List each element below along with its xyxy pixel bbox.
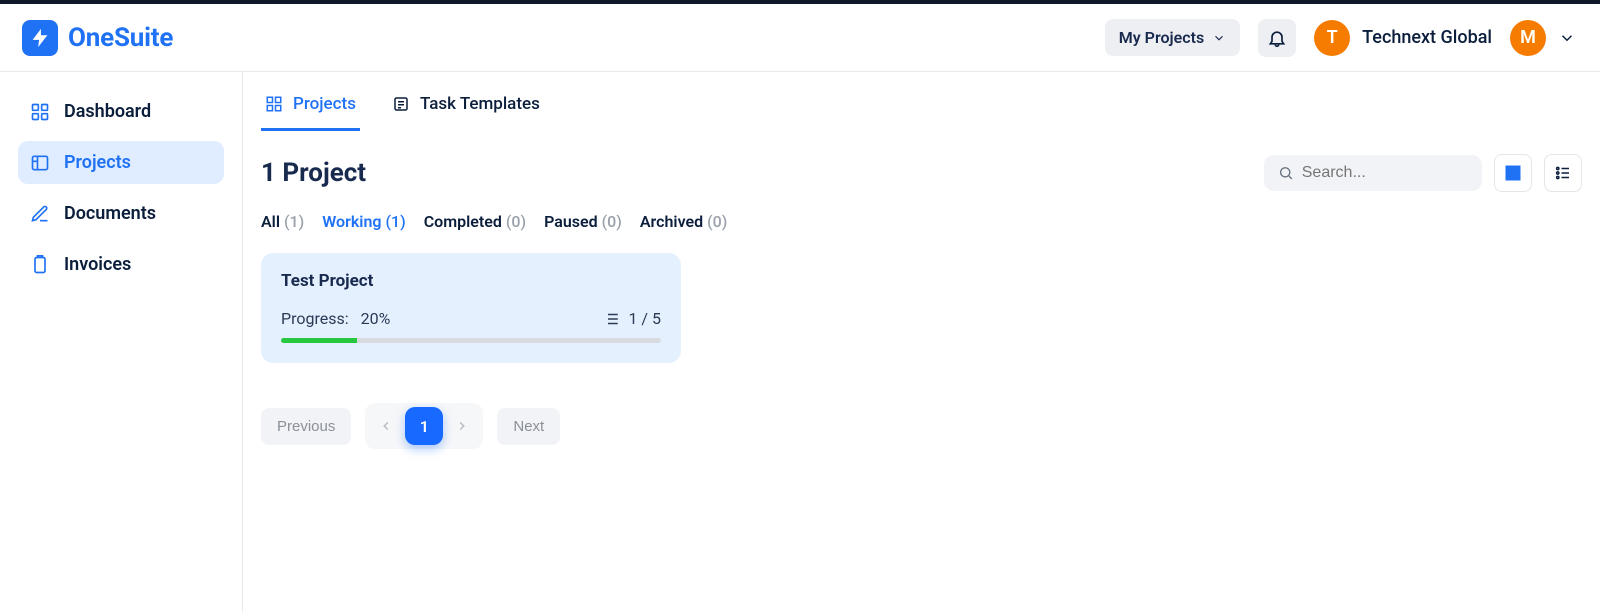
task-count-value: 1 / 5: [628, 309, 661, 328]
pagination: Previous 1 Next: [261, 403, 1582, 449]
topbar: OneSuite My Projects T Technext Global M: [0, 4, 1600, 72]
page-prev-arrow[interactable]: [369, 409, 403, 443]
user-menu[interactable]: M: [1510, 20, 1576, 56]
filter-count: (0): [707, 212, 727, 231]
tabs: Projects Task Templates: [261, 80, 1582, 132]
my-projects-label: My Projects: [1119, 28, 1204, 47]
organization-switcher[interactable]: T Technext Global: [1314, 20, 1492, 56]
filter-count: (1): [284, 212, 304, 231]
logo-mark-icon: [22, 20, 58, 56]
tab-task-templates[interactable]: Task Templates: [388, 80, 544, 131]
filter-all[interactable]: All (1): [261, 212, 304, 231]
filter-label: Working: [322, 212, 381, 231]
status-filters: All (1) Working (1) Completed (0) Paused…: [261, 212, 1582, 231]
page-number[interactable]: 1: [405, 407, 443, 445]
search-icon: [1278, 164, 1294, 182]
grid-icon: [265, 95, 283, 113]
project-title: Test Project: [281, 271, 661, 291]
filter-count: (0): [602, 212, 622, 231]
sidebar-item-label: Projects: [64, 152, 131, 173]
sidebar-item-label: Invoices: [64, 254, 131, 275]
invoices-icon: [30, 255, 50, 275]
filter-paused[interactable]: Paused (0): [544, 212, 622, 231]
sidebar-item-dashboard[interactable]: Dashboard: [18, 90, 224, 133]
user-avatar: M: [1510, 20, 1546, 56]
chevron-left-icon: [379, 419, 393, 433]
list-icon: [602, 310, 620, 328]
sidebar-item-invoices[interactable]: Invoices: [18, 243, 224, 286]
brand-name: OneSuite: [68, 23, 173, 53]
filter-label: Completed: [424, 212, 502, 231]
template-icon: [392, 95, 410, 113]
dashboard-icon: [30, 102, 50, 122]
chevron-down-icon: [1558, 29, 1576, 47]
tab-label: Task Templates: [420, 94, 540, 114]
list-view-button[interactable]: [1544, 154, 1582, 192]
page-next-arrow[interactable]: [445, 409, 479, 443]
filter-archived[interactable]: Archived (0): [640, 212, 727, 231]
documents-icon: [30, 204, 50, 224]
chevron-right-icon: [455, 419, 469, 433]
page-title: 1 Project: [261, 158, 366, 188]
tab-label: Projects: [293, 94, 356, 114]
filter-label: All: [261, 212, 280, 231]
filter-label: Paused: [544, 212, 598, 231]
sidebar-item-label: Documents: [64, 203, 156, 224]
project-card[interactable]: Test Project Progress: 20% 1 / 5: [261, 253, 681, 363]
tab-projects[interactable]: Projects: [261, 80, 360, 131]
chevron-down-icon: [1212, 31, 1226, 45]
logo[interactable]: OneSuite: [22, 20, 173, 56]
grid-view-button[interactable]: [1494, 154, 1532, 192]
progress-label: Progress:: [281, 309, 349, 328]
page-nav: 1: [365, 403, 483, 449]
filter-working[interactable]: Working (1): [322, 212, 405, 231]
sidebar: Dashboard Projects Documents Invoices: [0, 72, 243, 612]
notifications-button[interactable]: [1258, 19, 1296, 57]
progress-bar: [281, 338, 661, 343]
filter-label: Archived: [640, 212, 703, 231]
progress-fill: [281, 338, 357, 343]
my-projects-dropdown[interactable]: My Projects: [1105, 19, 1240, 56]
main-content: Projects Task Templates 1 Project: [243, 72, 1600, 612]
org-avatar: T: [1314, 20, 1350, 56]
previous-button[interactable]: Previous: [261, 408, 351, 445]
search-box[interactable]: [1264, 155, 1482, 191]
filter-completed[interactable]: Completed (0): [424, 212, 526, 231]
org-name: Technext Global: [1362, 27, 1492, 48]
filter-count: (1): [385, 212, 405, 231]
progress-value: 20%: [361, 309, 391, 328]
list-icon: [1554, 164, 1572, 182]
sidebar-item-projects[interactable]: Projects: [18, 141, 224, 184]
search-input[interactable]: [1302, 164, 1468, 182]
next-button[interactable]: Next: [497, 408, 560, 445]
filter-count: (0): [506, 212, 526, 231]
sidebar-item-label: Dashboard: [64, 101, 151, 122]
bell-icon: [1267, 28, 1287, 48]
projects-icon: [30, 153, 50, 173]
task-count: 1 / 5: [602, 309, 661, 328]
sidebar-item-documents[interactable]: Documents: [18, 192, 224, 235]
grid-icon: [1504, 164, 1522, 182]
